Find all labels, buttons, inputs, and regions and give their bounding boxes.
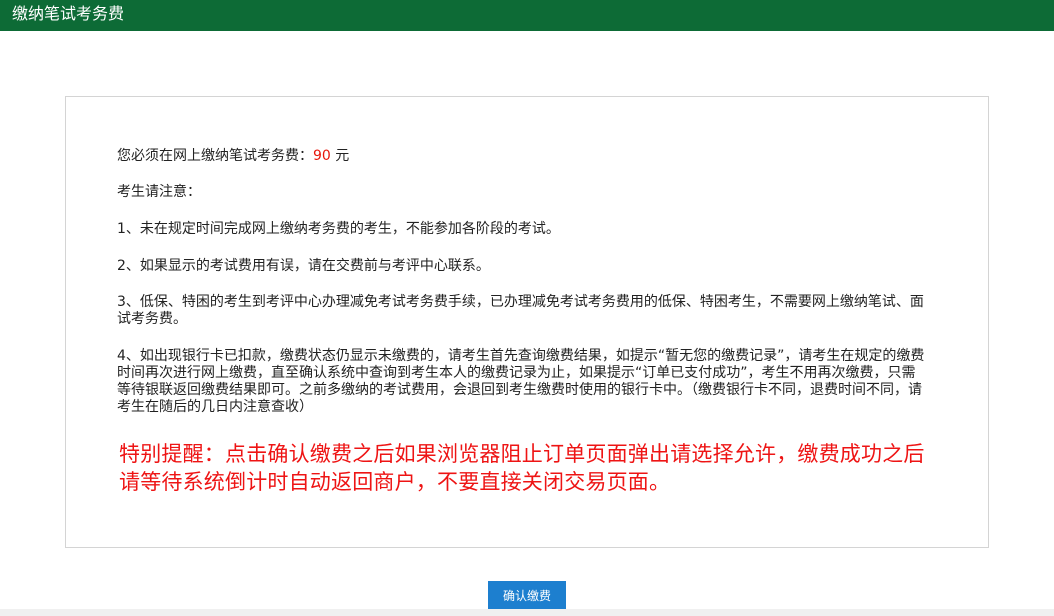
fee-line: 您必须在网上缴纳笔试考务费：90 元 (117, 148, 929, 165)
fee-unit: 元 (330, 148, 350, 164)
fee-amount: 90 (313, 148, 331, 164)
attention-heading: 考生请注意： (117, 184, 201, 200)
notice-item-3: 3、低保、特困的考生到考评中心办理减免考试考务费手续，已办理减免考试考务费用的低… (117, 294, 924, 327)
notice-panel: 您必须在网上缴纳笔试考务费：90 元 考生请注意： 1、未在规定时间完成网上缴纳… (65, 96, 989, 548)
page-bottom-strip (0, 609, 1054, 616)
header-bar: 缴纳笔试考务费 (0, 0, 1054, 31)
special-reminder: 特别提醒：点击确认缴费之后如果浏览器阻止订单页面弹出请选择允许，缴费成功之后请等… (119, 442, 925, 494)
fee-prefix: 您必须在网上缴纳笔试考务费： (117, 148, 313, 164)
notice-item-4: 4、如出现银行卡已扣款，缴费状态仍显示未缴费的，请考生首先查询缴费结果，如提示“… (117, 348, 925, 415)
notice-item-2: 2、如果显示的考试费用有误，请在交费前与考评中心联系。 (117, 258, 490, 274)
notice-item-1: 1、未在规定时间完成网上缴纳考务费的考生，不能参加各阶段的考试。 (117, 221, 560, 237)
page-title: 缴纳笔试考务费 (12, 4, 125, 23)
confirm-payment-button[interactable]: 确认缴费 (488, 581, 566, 611)
